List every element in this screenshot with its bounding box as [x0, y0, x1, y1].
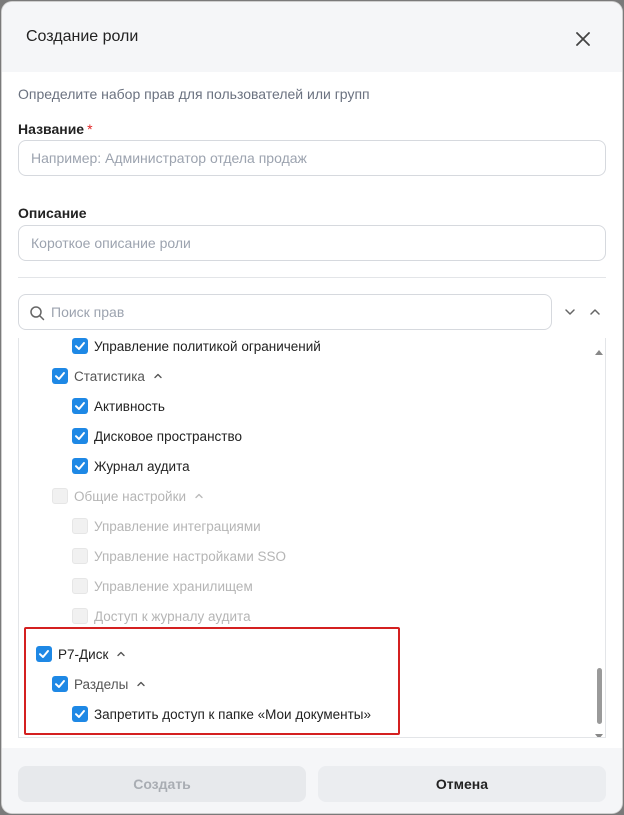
required-mark: * [87, 121, 93, 137]
permission-row: Управление хранилищем [72, 576, 253, 596]
chevron-up-icon[interactable] [116, 649, 126, 659]
create-role-dialog: Создание роли Определите набор прав для … [2, 2, 622, 813]
permission-label: Запретить доступ к папке «Мои документы» [94, 706, 372, 722]
permission-row: Общие настройки [52, 486, 204, 506]
checkbox-checked[interactable] [72, 398, 88, 414]
permission-row[interactable]: Р7-Диск [36, 644, 126, 664]
permission-row[interactable]: Разделы [52, 674, 146, 694]
close-icon[interactable] [572, 28, 594, 50]
chevron-up-icon[interactable] [153, 371, 163, 381]
dialog-header: Создание роли [2, 2, 622, 72]
checkbox-unchecked [72, 608, 88, 624]
description-label: Описание [18, 205, 87, 221]
chevron-up-icon [194, 491, 204, 501]
search-icon [29, 305, 45, 321]
create-button[interactable]: Создать [18, 766, 306, 802]
checkbox-checked[interactable] [72, 338, 88, 354]
permission-label: Разделы [74, 676, 129, 692]
description-input[interactable] [18, 225, 606, 261]
permission-row[interactable]: Управление политикой ограничений [72, 338, 321, 356]
permission-label: Статистика [74, 368, 145, 384]
permission-row: Управление настройками SSO [72, 546, 286, 566]
permission-row: Доступ к журналу аудита [72, 606, 251, 626]
permission-row[interactable]: Статистика [52, 366, 163, 386]
checkbox-checked[interactable] [72, 458, 88, 474]
permission-label: Управление настройками SSO [94, 548, 287, 564]
permission-label: Активность [94, 398, 165, 414]
dialog-title: Создание роли [26, 28, 139, 45]
checkbox-unchecked [72, 548, 88, 564]
divider [18, 277, 606, 278]
search-input[interactable] [51, 296, 541, 328]
chevron-up-icon[interactable] [136, 679, 146, 689]
cancel-button[interactable]: Отмена [318, 766, 606, 802]
expand-all-icon[interactable] [562, 304, 578, 320]
name-label: Название * [18, 121, 93, 137]
dialog-footer: Создать Отмена [2, 748, 622, 813]
permission-label: Журнал аудита [94, 458, 190, 474]
permission-label: Р7-Диск [58, 646, 109, 662]
checkbox-checked[interactable] [72, 706, 88, 722]
permissions-search [18, 294, 552, 330]
permission-row[interactable]: Запретить доступ к папке «Мои документы» [72, 704, 371, 724]
permission-label: Управление политикой ограничений [94, 338, 321, 354]
permission-row[interactable]: Дисковое пространство [72, 426, 242, 446]
name-input[interactable] [18, 140, 606, 176]
scroll-down-arrow[interactable] [595, 727, 603, 737]
checkbox-unchecked [72, 578, 88, 594]
permission-row[interactable]: Активность [72, 396, 165, 416]
checkbox-unchecked [72, 518, 88, 534]
permission-label: Управление интеграциями [94, 518, 261, 534]
checkbox-unchecked [52, 488, 68, 504]
permission-row[interactable]: Журнал аудита [72, 456, 190, 476]
checkbox-checked[interactable] [36, 646, 52, 662]
checkbox-checked[interactable] [72, 428, 88, 444]
collapse-all-icon[interactable] [587, 304, 603, 320]
permission-row: Управление интеграциями [72, 516, 261, 536]
permission-label: Управление хранилищем [94, 578, 253, 594]
scroll-up-arrow[interactable] [595, 342, 603, 355]
checkbox-checked[interactable] [52, 368, 68, 384]
dialog-subtitle: Определите набор прав для пользователей … [18, 86, 370, 102]
scrollbar-thumb[interactable] [597, 668, 602, 724]
permission-label: Доступ к журналу аудита [94, 608, 251, 624]
permissions-tree: Управление политикой ограничений Статисти… [18, 338, 606, 738]
permission-label: Общие настройки [74, 488, 187, 504]
checkbox-checked[interactable] [52, 676, 68, 692]
permission-label: Дисковое пространство [94, 428, 242, 444]
name-label-text: Название [18, 121, 85, 137]
